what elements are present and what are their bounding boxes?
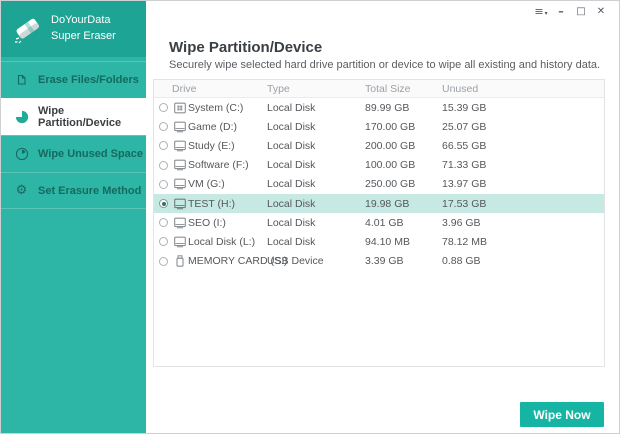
column-header-unused: Unused <box>442 82 479 95</box>
column-header-total-size: Total Size <box>365 82 411 95</box>
row-radio-selected[interactable] <box>159 199 168 209</box>
drive-unused: 0.88 GB <box>442 255 481 268</box>
drive-type: Local Disk <box>267 178 316 191</box>
drive-unused: 15.39 GB <box>442 101 487 114</box>
sidebar-item-label: Wipe Unused Space <box>38 148 144 160</box>
column-header-type: Type <box>267 82 290 95</box>
row-radio[interactable] <box>159 141 168 151</box>
sidebar-item-erase-files-folders[interactable]: Erase Files/Folders <box>1 61 146 98</box>
table-row[interactable]: System (C:) Local Disk 89.99 GB 15.39 GB <box>154 98 604 117</box>
row-radio[interactable] <box>159 256 168 266</box>
drive-name: Study (E:) <box>188 139 235 152</box>
table-row[interactable]: Game (D:) Local Disk 170.00 GB 25.07 GB <box>154 117 604 136</box>
drive-name: Software (F:) <box>188 159 249 172</box>
app-name-line2: Super Eraser <box>51 30 116 42</box>
drive-unused: 66.55 GB <box>442 139 487 152</box>
partition-table: Drive Type Total Size Unused System (C:)… <box>153 79 605 367</box>
drive-type: Local Disk <box>267 235 316 248</box>
drive-total: 250.00 GB <box>365 178 416 191</box>
sidebar-item-wipe-partition-device[interactable]: Wipe Partition/Device <box>1 98 146 135</box>
windows-system-drive-icon <box>174 102 186 113</box>
drive-unused: 3.96 GB <box>442 216 481 229</box>
table-row[interactable]: Study (E:) Local Disk 200.00 GB 66.55 GB <box>154 136 604 155</box>
close-icon[interactable]: ✕ <box>591 3 611 20</box>
page-title: Wipe Partition/Device <box>169 39 323 56</box>
maximize-icon[interactable]: □ <box>571 3 591 20</box>
app-window: ≡ ▾ – □ ✕ DoYourData Super Eraser Erase … <box>0 0 620 434</box>
titlebar-controls: ≡ ▾ – □ ✕ <box>531 3 611 20</box>
drive-unused: 25.07 GB <box>442 120 487 133</box>
local-disk-icon <box>174 159 186 171</box>
gear-icon: ⚙ <box>15 183 28 198</box>
drive-type: Local Disk <box>267 101 316 114</box>
drive-total: 19.98 GB <box>365 197 410 210</box>
local-disk-icon <box>174 121 186 133</box>
drive-type: USB Device <box>267 255 324 268</box>
drive-total: 200.00 GB <box>365 139 416 152</box>
drive-total: 89.99 GB <box>365 101 410 114</box>
table-row[interactable]: SEO (I:) Local Disk 4.01 GB 3.96 GB <box>154 213 604 232</box>
drive-unused: 17.53 GB <box>442 197 487 210</box>
drive-total: 170.00 GB <box>365 120 416 133</box>
app-logo: DoYourData Super Eraser <box>1 1 146 57</box>
table-row[interactable]: VM (G:) Local Disk 250.00 GB 13.97 GB <box>154 175 604 194</box>
column-header-drive: Drive <box>172 82 197 95</box>
drive-type: Local Disk <box>267 216 316 229</box>
files-icon <box>14 73 29 88</box>
sidebar-item-label: Wipe Partition/Device <box>38 105 122 129</box>
drive-name: TEST (H:) <box>188 197 236 210</box>
drive-name: SEO (I:) <box>188 216 226 229</box>
drive-type: Local Disk <box>267 139 316 152</box>
pie-clock-icon <box>14 147 29 162</box>
sidebar-item-label: Set Erasure Method <box>38 184 142 197</box>
app-name-line1: DoYourData <box>51 14 111 27</box>
drive-total: 4.01 GB <box>365 216 404 229</box>
sidebar-nav: Erase Files/Folders Wipe Partition/Devic… <box>1 61 146 209</box>
row-radio[interactable] <box>159 237 168 247</box>
eraser-logo-icon <box>15 18 39 44</box>
drive-total: 94.10 MB <box>365 235 410 248</box>
sidebar-item-set-erasure-method[interactable]: ⚙ Set Erasure Method <box>1 172 146 209</box>
drive-unused: 78.12 MB <box>442 235 487 248</box>
app-name: DoYourData Super Eraser <box>51 13 116 45</box>
local-disk-icon <box>174 198 186 209</box>
local-disk-icon <box>174 140 186 152</box>
drive-name: VM (G:) <box>188 178 225 191</box>
table-row[interactable]: Local Disk (L:) Local Disk 94.10 MB 78.1… <box>154 232 604 251</box>
menu-icon[interactable]: ≡ ▾ <box>531 3 551 20</box>
minimize-icon[interactable]: – <box>551 3 571 20</box>
sidebar-item-wipe-unused-space[interactable]: Wipe Unused Space <box>1 135 146 172</box>
table-row-selected[interactable]: TEST (H:) Local Disk 19.98 GB 17.53 GB <box>154 193 604 214</box>
drive-total: 3.39 GB <box>365 255 404 268</box>
pie-chart-icon <box>14 110 29 125</box>
table-header: Drive Type Total Size Unused <box>154 80 604 98</box>
drive-type: Local Disk <box>267 197 316 210</box>
drive-type: Local Disk <box>267 120 316 133</box>
table-row[interactable]: MEMORY CARD (S:) USB Device 3.39 GB 0.88… <box>154 252 604 271</box>
sidebar-item-label: Erase Files/Folders <box>38 74 139 86</box>
drive-name: Local Disk (L:) <box>188 235 256 248</box>
sidebar: DoYourData Super Eraser Erase Files/Fold… <box>1 1 146 433</box>
local-disk-icon <box>174 236 186 248</box>
drive-name: System (C:) <box>188 101 244 114</box>
usb-drive-icon <box>176 255 184 267</box>
row-radio[interactable] <box>159 122 168 132</box>
drive-total: 100.00 GB <box>365 159 416 172</box>
drive-unused: 71.33 GB <box>442 159 487 172</box>
row-radio[interactable] <box>159 179 168 189</box>
table-row[interactable]: Software (F:) Local Disk 100.00 GB 71.33… <box>154 156 604 175</box>
drive-unused: 13.97 GB <box>442 178 487 191</box>
local-disk-icon <box>174 178 186 190</box>
row-radio[interactable] <box>159 218 168 228</box>
drive-type: Local Disk <box>267 159 316 172</box>
local-disk-icon <box>174 217 186 229</box>
row-radio[interactable] <box>159 160 168 170</box>
wipe-now-button[interactable]: Wipe Now <box>520 402 604 427</box>
drive-name: Game (D:) <box>188 120 238 133</box>
row-radio[interactable] <box>159 103 168 113</box>
page-subtitle: Securely wipe selected hard drive partit… <box>169 59 601 71</box>
